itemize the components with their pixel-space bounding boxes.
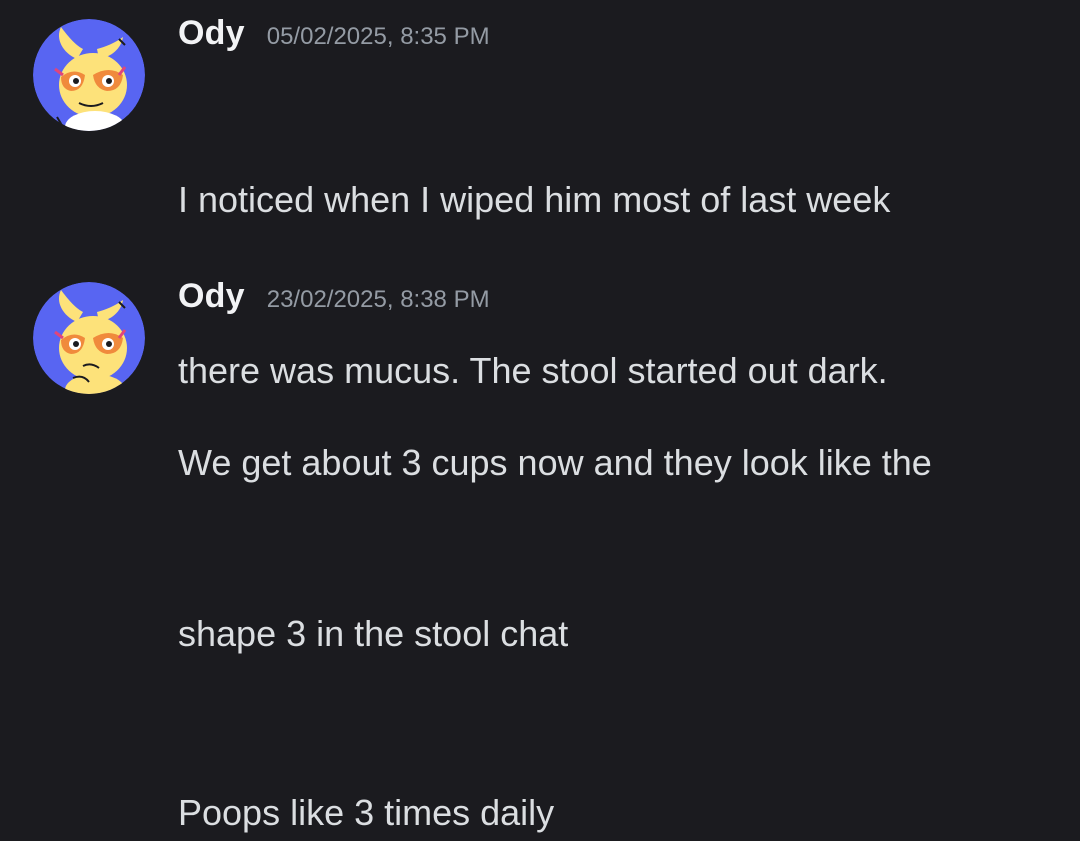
user-avatar[interactable] [33,282,145,394]
bunny-glasses-avatar-icon [33,282,145,394]
followup-message-text: Poops like 3 times daily [178,792,555,833]
message-line: I noticed when I wiped him most of last … [178,179,891,220]
timestamp: 05/02/2025, 8:35 PM [266,23,490,50]
message-body: Ody 23/02/2025, 8:38 PM We get about 3 c… [178,277,1060,841]
chat-message: Ody 23/02/2025, 8:38 PM We get about 3 c… [0,260,1080,833]
username[interactable]: Ody [178,14,245,53]
bunny-glasses-avatar-icon [33,19,145,131]
chat-message: Ody 05/02/2025, 8:35 PM I noticed when I… [0,0,1080,391]
message-line: shape 3 in the stool chat [178,613,569,654]
message-line: We get about 3 cups now and they look li… [178,442,932,483]
message-header: Ody 23/02/2025, 8:38 PM [178,277,1060,316]
username[interactable]: Ody [178,277,245,316]
timestamp: 23/02/2025, 8:38 PM [266,286,490,313]
message-text: We get about 3 cups now and they look li… [178,320,1060,776]
message-header: Ody 05/02/2025, 8:35 PM [178,14,1060,53]
user-avatar[interactable] [33,19,145,131]
